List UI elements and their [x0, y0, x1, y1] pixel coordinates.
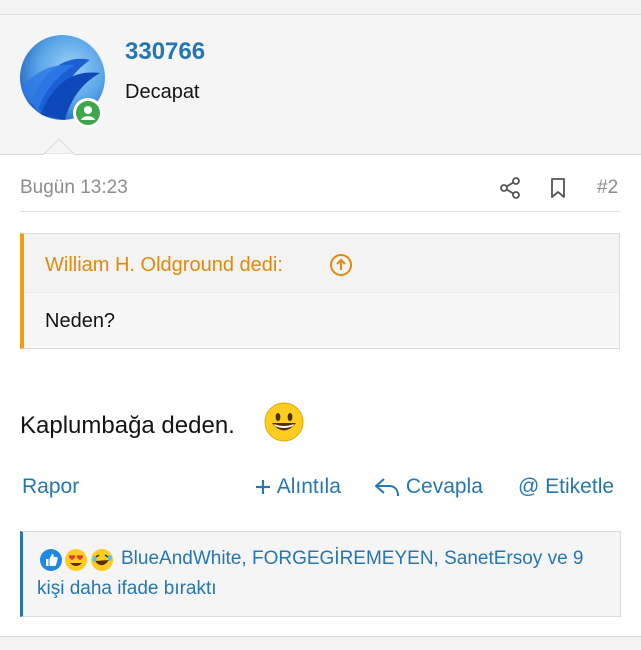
post-body-text: Kaplumbağa deden. [20, 412, 235, 439]
quote-header: William H. Oldground dedi: [24, 234, 619, 293]
username[interactable]: 330766 [125, 38, 205, 66]
quote-author[interactable]: William H. Oldground dedi: [45, 254, 283, 277]
user-title: Decapat [125, 81, 200, 103]
reaction-icons [40, 549, 113, 571]
at-icon: @ [518, 475, 540, 498]
share-icon[interactable] [498, 176, 522, 200]
online-status-badge [73, 98, 103, 128]
plus-icon [256, 480, 270, 495]
reaction-users[interactable]: BlueAndWhite, FORGEGİREMEYEN, SanetErsoy… [121, 548, 584, 570]
reply-button[interactable]: Cevapla [374, 475, 483, 499]
tag-button[interactable]: @ Etiketle [518, 475, 614, 499]
quote-label: Alıntıla [276, 475, 341, 498]
user-icon [81, 106, 95, 120]
reply-icon [375, 478, 399, 497]
report-label: Rapor [22, 475, 80, 498]
reaction-connector: ve 9 [542, 548, 584, 569]
grinning-face-emoji [264, 402, 304, 442]
heart-eyes-icon [65, 549, 87, 571]
quote-block: William H. Oldground dedi: Neden? [20, 233, 620, 349]
reactions-bar[interactable]: BlueAndWhite, FORGEGİREMEYEN, SanetErsoy… [20, 531, 621, 617]
tag-label: Etiketle [545, 475, 615, 498]
top-edge [0, 0, 641, 15]
meta-divider [20, 211, 621, 212]
post-number[interactable]: #2 [597, 177, 618, 199]
post-date[interactable]: Bugün 13:23 [20, 177, 128, 199]
quote-text: Neden? [45, 310, 116, 332]
report-link[interactable]: Rapor [22, 475, 79, 499]
arrow-up-circle-icon[interactable] [329, 253, 353, 277]
quote-button[interactable]: Alıntıla [254, 475, 341, 499]
reaction-user-list[interactable]: BlueAndWhite, FORGEGİREMEYEN, SanetErsoy [121, 548, 542, 569]
laughing-icon [91, 549, 113, 571]
reply-label: Cevapla [405, 475, 483, 498]
bookmark-icon[interactable] [546, 176, 570, 200]
bottom-edge [0, 636, 641, 650]
reaction-summary[interactable]: kişi daha ifade bıraktı [37, 578, 217, 600]
header-pointer [44, 138, 74, 167]
like-icon [40, 549, 62, 571]
online-dot [76, 101, 100, 125]
